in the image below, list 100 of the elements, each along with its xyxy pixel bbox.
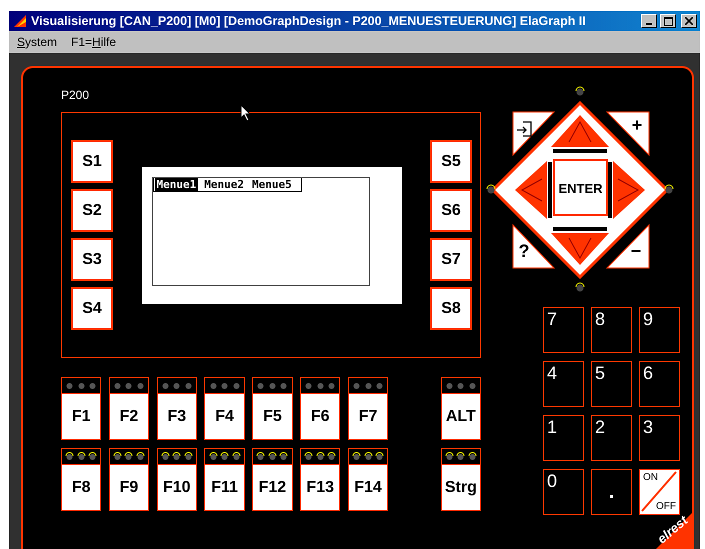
digit-key[interactable]: 7 [543,307,584,353]
soft-key[interactable]: S3 [71,238,113,281]
lit-led-icon [184,452,193,461]
digit-key[interactable]: 9 [639,307,680,353]
soft-key[interactable]: S4 [71,287,113,330]
digit-key[interactable]: 3 [639,415,680,461]
function-key[interactable]: F3 [156,393,197,440]
led-icon [256,381,266,390]
digit-key[interactable]: 1 [543,415,584,461]
soft-key[interactable]: S8 [430,287,472,330]
lit-led-icon [208,452,218,461]
lcd-menu-item[interactable]: Menue1 [154,178,198,191]
led-icon [220,381,230,390]
digit-key[interactable]: 6 [639,361,680,407]
corner-key[interactable]: + [606,112,650,156]
mouse-cursor-icon [240,104,252,122]
function-key[interactable]: F14 [348,464,388,511]
led-icon [316,381,325,390]
led-icon [113,381,122,390]
function-key[interactable]: F11 [204,464,245,511]
decimal-key[interactable]: . [591,469,632,515]
digit-key[interactable]: 0 [543,469,584,515]
corner-key[interactable]: − [606,224,650,268]
corner-key[interactable]: ? [512,224,556,268]
led-icon [364,381,373,390]
close-icon [685,17,693,25]
enter-mode-key[interactable] [512,112,556,156]
lit-led-icon [172,452,182,461]
digit-key[interactable]: 2 [591,415,632,461]
lit-led-icon [304,452,314,461]
function-key[interactable]: F4 [204,393,245,440]
led-icon [456,381,466,390]
led-icon [576,282,584,292]
function-key[interactable]: ALT [440,393,481,440]
lcd-menu-item[interactable]: Menue2 [202,178,246,191]
led-icon [268,381,277,390]
led-icon [279,381,288,390]
lit-led-icon [444,452,454,461]
led-icon [327,381,336,390]
lit-led-icon [136,452,145,461]
lit-led-icon [76,452,86,461]
maximize-icon [664,16,672,26]
lit-led-icon [468,452,477,461]
on-off-key[interactable]: ON OFF [639,469,680,515]
menu-item[interactable]: F1=Hilfe [71,35,116,49]
model-label: P200 [61,88,90,102]
down-arrow-key[interactable] [551,233,609,265]
digit-key[interactable]: 8 [591,307,632,353]
function-key[interactable]: F12 [252,464,293,511]
led-icon [136,381,145,390]
right-arrow-key[interactable] [613,161,645,219]
digit-key[interactable]: 4 [543,361,584,407]
lit-led-icon [279,452,288,461]
led-icon [468,381,477,390]
lit-led-icon [160,452,170,461]
digit-key[interactable]: 5 [591,361,632,407]
led-icon [208,381,218,390]
led-icon [352,381,362,390]
led-icon [88,381,98,390]
soft-key[interactable]: S1 [71,140,113,183]
lit-led-icon [268,452,277,461]
close-button[interactable] [681,14,697,28]
up-arrow-key[interactable] [551,115,609,147]
led-icon [444,381,454,390]
lit-led-icon [88,452,98,461]
led-icon [664,184,674,194]
menu-item[interactable]: System [17,35,58,49]
function-key[interactable]: F6 [300,393,340,440]
led-icon [124,381,134,390]
function-key[interactable]: F8 [61,464,102,511]
function-key[interactable]: F5 [252,393,293,440]
led-icon [486,184,496,194]
enter-key[interactable]: ENTER [553,159,608,216]
left-arrow-key[interactable] [515,161,547,219]
function-key[interactable]: F13 [300,464,340,511]
led-icon [76,381,86,390]
function-key[interactable]: F1 [61,393,102,440]
function-key[interactable]: F7 [348,393,388,440]
led-icon [65,381,74,390]
lit-led-icon [232,452,241,461]
lit-led-icon [327,452,336,461]
login-icon [516,121,532,137]
lcd-menu-item[interactable]: Menue5 [250,178,294,191]
soft-key[interactable]: S2 [71,189,113,232]
lit-led-icon [124,452,134,461]
led-icon [232,381,241,390]
function-key[interactable]: F9 [108,464,150,511]
lit-led-icon [316,452,325,461]
function-key[interactable]: F2 [108,393,150,440]
soft-key[interactable]: S7 [430,238,472,281]
maximize-button[interactable] [660,14,676,28]
function-key[interactable]: Strg [440,464,481,511]
soft-key[interactable]: S6 [430,189,472,232]
led-icon [160,381,170,390]
minimize-button[interactable] [641,14,657,28]
function-key[interactable]: F10 [156,464,197,511]
soft-key[interactable]: S5 [430,140,472,183]
app-icon [12,13,28,29]
led-icon [172,381,182,390]
window-title: Visualisierung [CAN_P200] [M0] [DemoGraphDesign - P200_MENUESTEUERUNG] ElaGraph II [31,14,587,28]
